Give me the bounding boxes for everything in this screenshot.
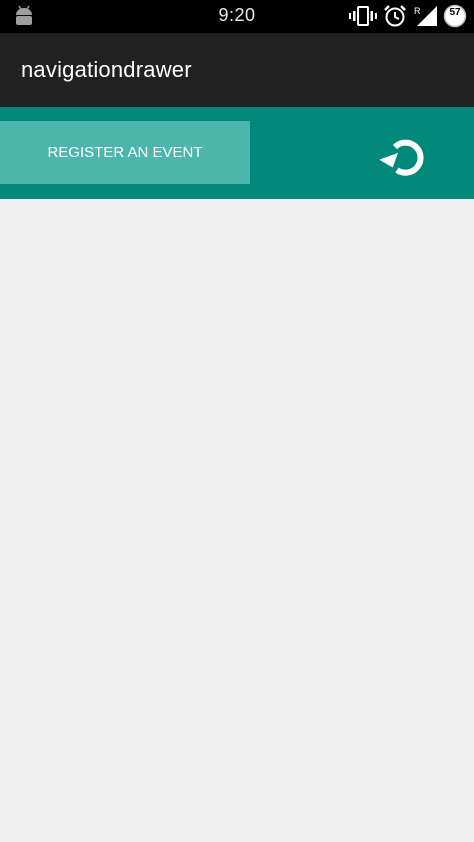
roaming-indicator: R — [414, 6, 421, 16]
refresh-button[interactable] — [378, 131, 434, 187]
content-area — [0, 199, 474, 842]
refresh-icon — [379, 139, 424, 176]
battery-level: 57 — [449, 7, 461, 18]
alarm-icon — [384, 5, 406, 27]
status-bar: 9:20 R 57 — [0, 0, 474, 33]
vibrate-icon — [349, 6, 377, 26]
app-title: navigationdrawer — [21, 57, 192, 82]
register-event-button[interactable]: REGISTER AN EVENT — [0, 121, 250, 184]
signal-icon: R — [414, 6, 437, 26]
app-bar: navigationdrawer — [0, 33, 474, 107]
action-band: REGISTER AN EVENT — [0, 107, 474, 199]
